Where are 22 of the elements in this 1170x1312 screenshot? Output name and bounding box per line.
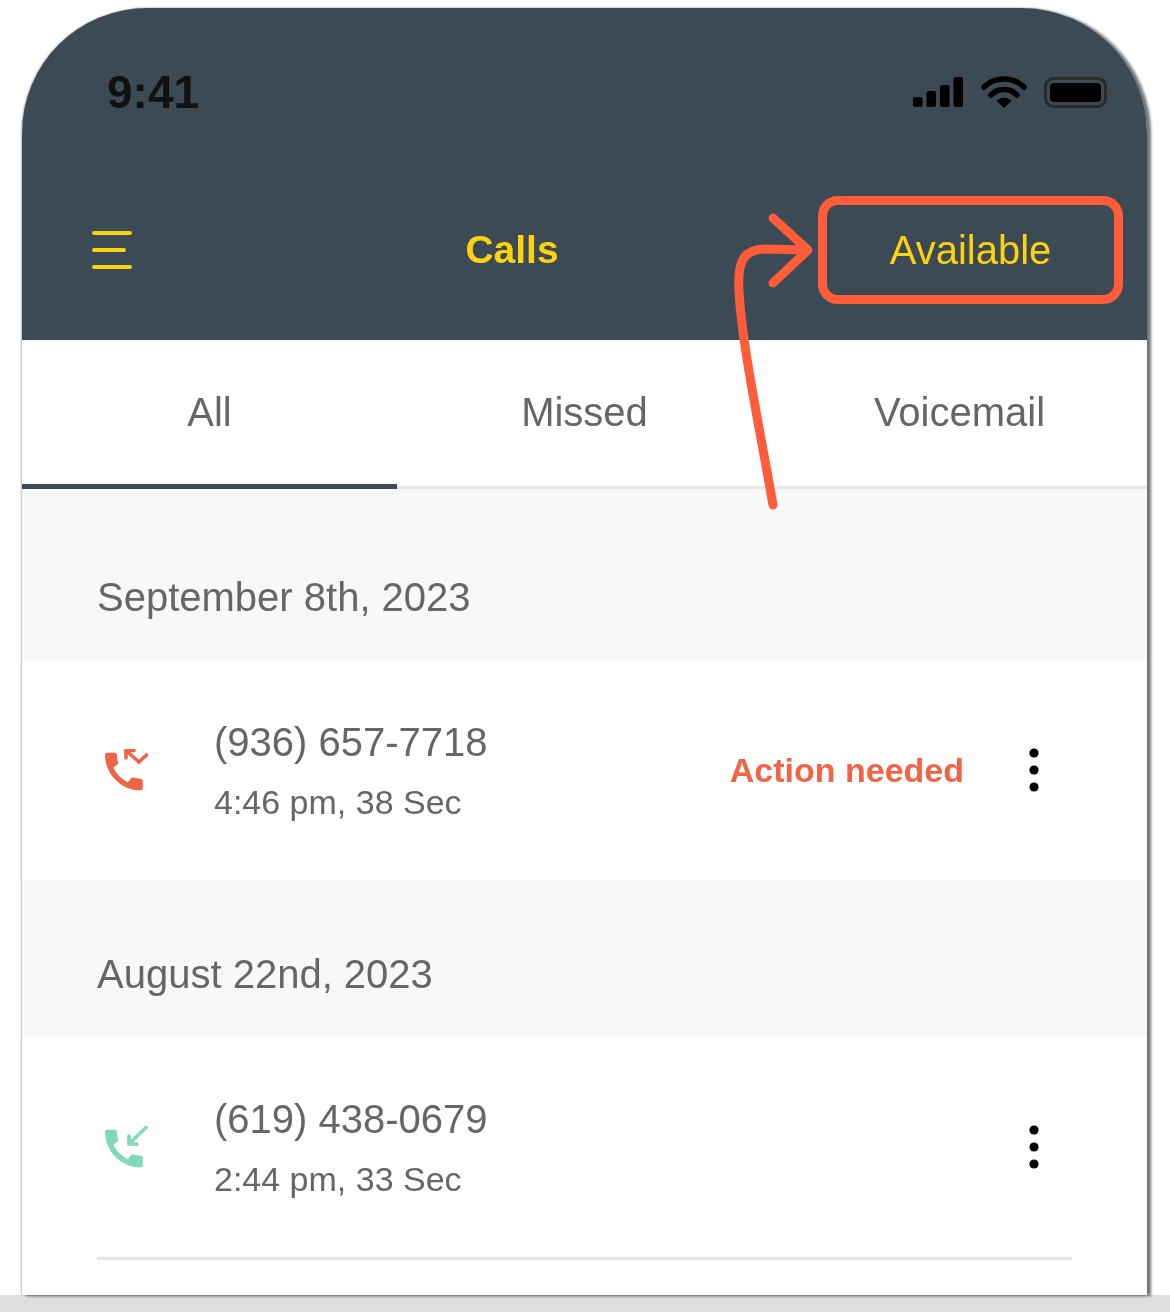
- phone-number: (619) 438-0679: [214, 1096, 488, 1143]
- tab[interactable]: Missed: [397, 340, 772, 489]
- call-details: 2:44 pm, 33 Sec: [214, 1159, 462, 1199]
- tab[interactable]: Voicemail: [772, 340, 1147, 489]
- call-details: 4:46 pm, 38 Sec: [214, 782, 462, 822]
- missed-call-icon: [105, 749, 148, 791]
- screen-title: Calls: [465, 228, 559, 271]
- status-time: 9:41: [107, 69, 200, 115]
- battery-icon: [1044, 76, 1112, 108]
- status-label: Action needed: [729, 750, 964, 790]
- signal-icon: [913, 77, 963, 107]
- call-row[interactable]: (619) 438-0679 2:44 pm, 33 Sec: [22, 1037, 1147, 1257]
- incoming-call-icon: [105, 1126, 148, 1168]
- date-header: August 22nd, 2023: [22, 880, 1147, 1037]
- status-button[interactable]: Available: [818, 196, 1123, 304]
- more-options-icon[interactable]: [1029, 748, 1039, 792]
- menu-icon[interactable]: [92, 231, 132, 269]
- phone-number: (936) 657-7718: [214, 719, 488, 766]
- more-options-icon[interactable]: [1029, 1125, 1039, 1169]
- date-header: September 8th, 2023: [22, 489, 1147, 660]
- wifi-icon: [981, 75, 1027, 109]
- call-row[interactable]: (936) 657-7718 4:46 pm, 38 Sec Action needed: [22, 660, 1147, 880]
